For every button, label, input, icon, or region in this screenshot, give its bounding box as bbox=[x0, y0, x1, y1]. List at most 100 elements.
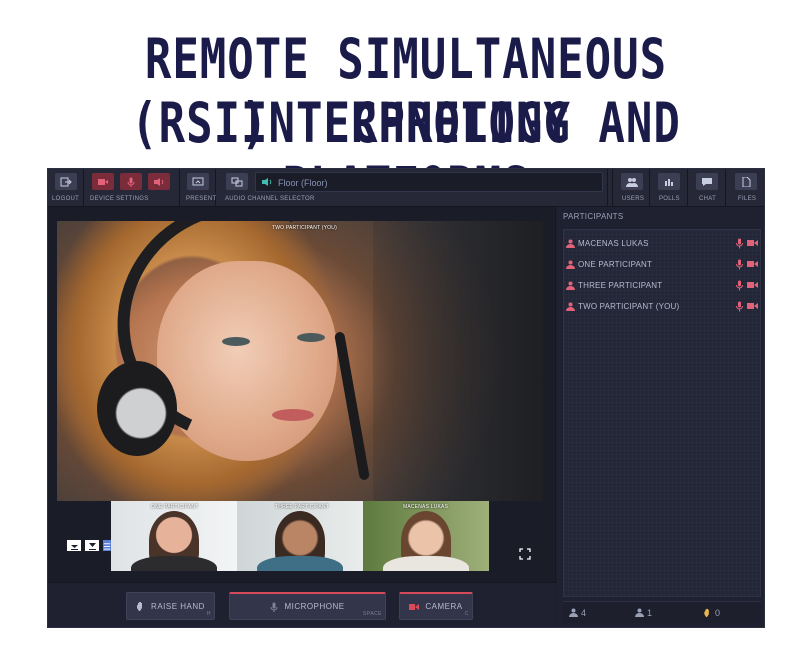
microphone-device-button[interactable] bbox=[120, 173, 142, 190]
participant-row[interactable]: ONE PARTICIPANT bbox=[564, 256, 760, 274]
thumbnail-label: ONE PARTICIPANT bbox=[151, 504, 199, 510]
speaker-icon bbox=[154, 177, 164, 186]
speakers-count: 1 bbox=[635, 608, 653, 618]
participant-name: ONE PARTICIPANT bbox=[578, 260, 653, 269]
camera-icon[interactable] bbox=[747, 260, 758, 268]
raise-hand-hint: H bbox=[206, 611, 211, 617]
chat-icon bbox=[702, 177, 712, 186]
user-icon bbox=[635, 608, 644, 617]
microphone-hint: SPACE bbox=[362, 611, 382, 617]
participant-row[interactable]: THREE PARTICIPANT bbox=[564, 277, 760, 295]
thumbnail-body bbox=[131, 556, 217, 571]
hands-count-value: 0 bbox=[715, 608, 721, 618]
microphone-icon[interactable] bbox=[736, 238, 743, 249]
thumbnail-body bbox=[257, 556, 343, 571]
headset-earcup bbox=[97, 361, 177, 456]
audio-channel-button[interactable] bbox=[226, 173, 248, 190]
layout-button-1[interactable] bbox=[67, 540, 81, 551]
thumbnail-strip: ONE PARTICIPANT THREE PARTICIPANT MACENA… bbox=[111, 501, 489, 571]
present-icon bbox=[192, 177, 204, 185]
participant-row[interactable]: TWO PARTICIPANT (YOU) bbox=[564, 298, 760, 316]
users-label: USERS bbox=[622, 196, 645, 202]
present-group: PRESENT bbox=[180, 169, 216, 207]
polls-icon bbox=[665, 178, 673, 186]
camera-button[interactable]: CAMERA C bbox=[399, 592, 473, 620]
layout-button-3[interactable] bbox=[103, 540, 111, 551]
chat-group: CHAT bbox=[688, 169, 726, 207]
camera-icon bbox=[98, 178, 108, 185]
microphone-icon[interactable] bbox=[736, 301, 743, 312]
file-icon bbox=[742, 176, 751, 187]
video-stage: TWO PARTICIPANT (YOU) ONE PARTICIPANT TH… bbox=[48, 207, 556, 582]
participants-panel: PARTICIPANTS MACENAS LUKAS ONE PARTICIPA… bbox=[557, 207, 764, 627]
main-video-label: TWO PARTICIPANT (YOU) bbox=[272, 225, 337, 231]
camera-icon[interactable] bbox=[747, 239, 758, 247]
hand-icon bbox=[137, 602, 143, 611]
participant-name: MACENAS LUKAS bbox=[578, 239, 649, 248]
speakers-count-value: 1 bbox=[647, 608, 653, 618]
users-icon bbox=[626, 177, 638, 187]
users-count: 4 bbox=[569, 608, 586, 618]
speaker-device-button[interactable] bbox=[148, 173, 170, 190]
present-label: PRESENT bbox=[186, 196, 217, 202]
participant-name: THREE PARTICIPANT bbox=[578, 281, 663, 290]
participants-list: MACENAS LUKAS ONE PARTICIPANT THREE PART… bbox=[563, 229, 761, 597]
microphone-icon[interactable] bbox=[736, 259, 743, 270]
speaker-icon bbox=[262, 178, 272, 186]
user-icon bbox=[566, 302, 575, 311]
chat-label: CHAT bbox=[699, 196, 717, 202]
chat-button[interactable] bbox=[696, 173, 718, 190]
user-icon bbox=[569, 608, 578, 617]
microphone-label: MICROPHONE bbox=[284, 602, 345, 611]
audio-channel-group: Floor (Floor) AUDIO CHANNEL SELECTOR bbox=[216, 169, 608, 207]
polls-group: POLLS bbox=[650, 169, 688, 207]
thumbnail-label: THREE PARTICIPANT bbox=[275, 504, 329, 510]
audio-channel-select[interactable]: Floor (Floor) bbox=[255, 172, 603, 192]
logout-button[interactable] bbox=[55, 173, 77, 190]
fullscreen-icon bbox=[519, 548, 531, 560]
thumbnail-three-participant[interactable]: THREE PARTICIPANT bbox=[237, 501, 363, 571]
microphone-icon[interactable] bbox=[736, 280, 743, 291]
participant-counts: 4 1 0 bbox=[563, 601, 761, 623]
thumbnail-label: MACENAS LUKAS bbox=[403, 504, 449, 510]
microphone-icon bbox=[127, 177, 135, 187]
camera-icon bbox=[409, 603, 420, 610]
audio-channel-value: Floor (Floor) bbox=[278, 178, 328, 188]
audio-channel-label: AUDIO CHANNEL SELECTOR bbox=[225, 196, 315, 202]
main-video[interactable]: TWO PARTICIPANT (YOU) bbox=[57, 221, 543, 501]
download-icon bbox=[70, 544, 78, 550]
thumbnail-macenas-lukas[interactable]: MACENAS LUKAS bbox=[363, 501, 489, 571]
logout-label: LOGOUT bbox=[52, 196, 80, 202]
microphone-icon bbox=[270, 602, 278, 612]
present-button[interactable] bbox=[187, 173, 209, 190]
download-icon bbox=[88, 542, 96, 550]
thumbnail-one-participant[interactable]: ONE PARTICIPANT bbox=[111, 501, 237, 571]
layout-button-2[interactable] bbox=[85, 540, 99, 551]
rsi-platform-window: LOGOUT DEVICE SETTINGS PRESENT Floor (Fl… bbox=[47, 168, 765, 628]
microphone-button[interactable]: MICROPHONE SPACE bbox=[229, 592, 386, 620]
list-icon bbox=[103, 542, 111, 550]
files-button[interactable] bbox=[735, 173, 757, 190]
fullscreen-button[interactable] bbox=[516, 545, 534, 563]
polls-label: POLLS bbox=[659, 196, 680, 202]
channel-icon bbox=[231, 177, 243, 186]
user-icon bbox=[566, 281, 575, 290]
logout-icon bbox=[60, 177, 72, 186]
raise-hand-label: RAISE HAND bbox=[151, 601, 205, 611]
polls-button[interactable] bbox=[658, 173, 680, 190]
thumbnail-body bbox=[383, 556, 469, 571]
logout-group: LOGOUT bbox=[48, 169, 84, 207]
bottom-bar: RAISE HAND H MICROPHONE SPACE CAMERA C bbox=[48, 582, 556, 627]
raise-hand-button[interactable]: RAISE HAND H bbox=[126, 592, 215, 620]
users-button[interactable] bbox=[621, 173, 643, 190]
camera-device-button[interactable] bbox=[92, 173, 114, 190]
users-group: USERS bbox=[612, 169, 650, 207]
files-label: FILES bbox=[738, 196, 757, 202]
participant-name: TWO PARTICIPANT (YOU) bbox=[578, 302, 680, 311]
participants-title: PARTICIPANTS bbox=[563, 212, 624, 221]
participant-row[interactable]: MACENAS LUKAS bbox=[564, 235, 760, 253]
camera-label: CAMERA bbox=[425, 602, 463, 611]
camera-icon[interactable] bbox=[747, 281, 758, 289]
top-toolbar: LOGOUT DEVICE SETTINGS PRESENT Floor (Fl… bbox=[48, 169, 764, 207]
camera-icon[interactable] bbox=[747, 302, 758, 310]
